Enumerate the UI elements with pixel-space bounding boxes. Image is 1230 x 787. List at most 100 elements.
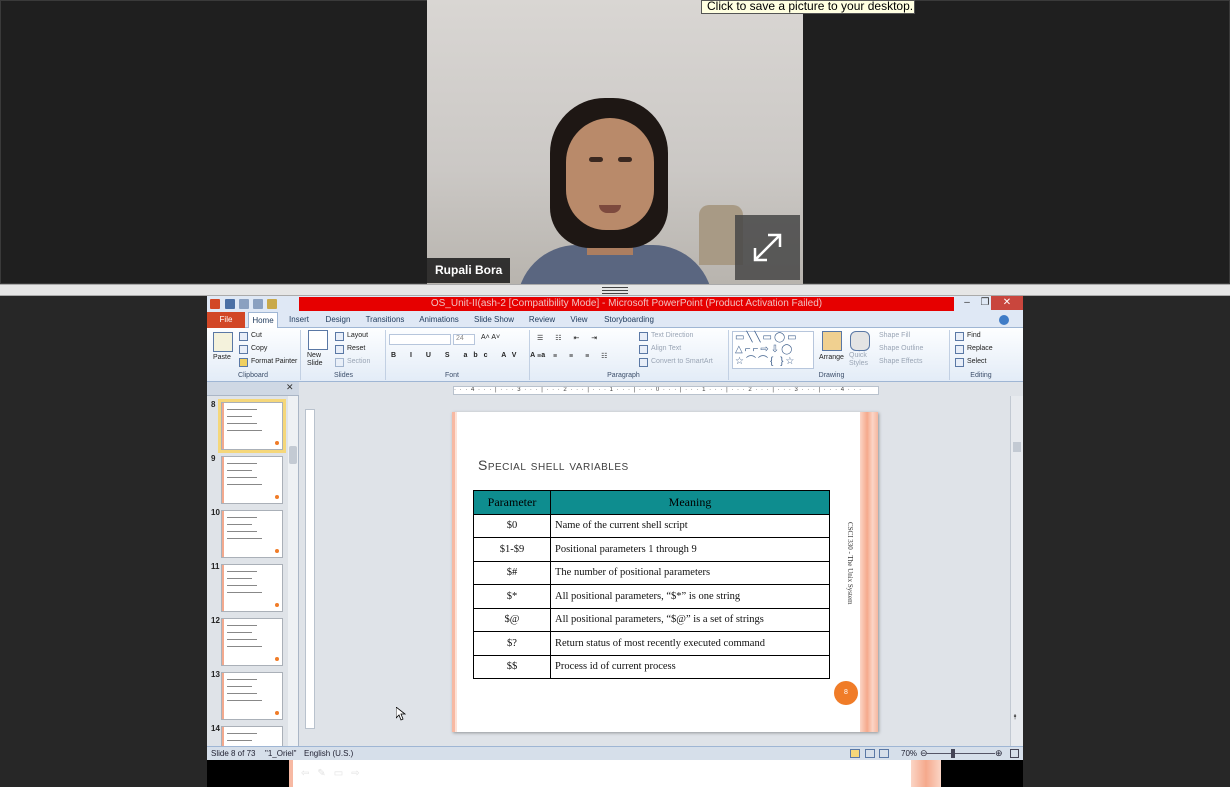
table-row: $1-$9 Positional parameters 1 through 9 [473, 537, 830, 562]
tab-design[interactable]: Design [321, 312, 355, 328]
slide-thumbnail-pane[interactable]: ✕ 8 9 10 11 12 13 14 [207, 382, 299, 774]
tab-storyboarding[interactable]: Storyboarding [599, 312, 659, 328]
group-label-paragraph: Paragraph [607, 372, 640, 379]
save-icon[interactable] [225, 299, 235, 309]
expand-icon [753, 233, 782, 262]
open-icon[interactable] [267, 299, 277, 309]
next-slide-preview: ⇦✎▭⇨ [289, 760, 941, 787]
language-indicator[interactable]: English (U.S.) [304, 749, 353, 758]
slide-thumbnail[interactable] [221, 456, 283, 504]
find-button[interactable]: Find [967, 332, 981, 339]
grip-line [602, 287, 628, 288]
tab-view[interactable]: View [565, 312, 593, 328]
format-painter-button[interactable]: Format Painter [251, 358, 297, 365]
thumbnail-text-line [227, 571, 257, 572]
normal-view-icon[interactable] [850, 749, 860, 758]
slide-thumbnail[interactable] [221, 564, 283, 612]
thumbnail-text-line [227, 470, 252, 471]
thumbnail-text-line [227, 632, 252, 633]
close-button[interactable]: ✕ [991, 296, 1023, 310]
thumbnail-border [222, 673, 224, 719]
ribbon-tabs: File Home Insert Design Transitions Anim… [207, 312, 1023, 328]
thumbnail-border [222, 457, 224, 503]
list-buttons[interactable]: ☰ ☷ ⇤ ⇥ [537, 334, 602, 342]
zoom-slider-handle[interactable] [951, 749, 955, 758]
reset-icon [335, 345, 344, 354]
help-icon[interactable] [999, 315, 1009, 325]
paste-button[interactable]: Paste [213, 354, 231, 361]
scroll-thumb[interactable] [1013, 442, 1021, 452]
expand-button[interactable] [735, 215, 800, 280]
reset-button[interactable]: Reset [347, 345, 365, 352]
layout-button[interactable]: Layout [347, 332, 368, 339]
undo-icon[interactable] [239, 299, 249, 309]
shape-outline-button[interactable]: Shape Outline [879, 345, 923, 352]
grow-font-button[interactable]: A˄ A˅ [481, 334, 500, 341]
close-pane-icon[interactable]: ✕ [286, 382, 294, 393]
group-label-slides: Slides [333, 372, 354, 379]
quick-styles-icon [850, 331, 870, 351]
tab-transitions[interactable]: Transitions [363, 312, 407, 328]
thumbnail-border [222, 403, 224, 449]
redo-icon[interactable] [253, 299, 263, 309]
thumbnail-scrollbar[interactable] [288, 396, 298, 746]
slide-scrollbar[interactable]: ⯭ [1010, 396, 1023, 746]
shape-effects-button[interactable]: Shape Effects [879, 358, 922, 365]
scroll-thumb[interactable] [289, 446, 297, 464]
thumbnail-badge [275, 549, 279, 553]
tab-review[interactable]: Review [525, 312, 559, 328]
replace-button[interactable]: Replace [967, 345, 993, 352]
arrange-button[interactable]: Arrange [819, 354, 844, 361]
tab-slide-show[interactable]: Slide Show [471, 312, 517, 328]
panel-splitter[interactable] [0, 284, 1230, 296]
zoom-out-icon[interactable]: ⊖ [920, 748, 928, 759]
slide-canvas[interactable]: Special shell variables Parameter Meanin… [452, 412, 878, 732]
align-text-button[interactable]: Align Text [651, 345, 681, 352]
zoom-slider[interactable] [927, 753, 995, 754]
font-size-box[interactable]: 24 [453, 334, 475, 345]
table-row: $# The number of positional parameters [473, 560, 830, 585]
tab-home[interactable]: Home [248, 312, 278, 328]
tab-animations[interactable]: Animations [415, 312, 463, 328]
thumbnail-text-line [227, 531, 257, 532]
quick-styles-button[interactable]: Quick Styles [849, 352, 873, 368]
thumbnail-text-line [227, 585, 257, 586]
thumbnail-pane-header: ✕ [207, 382, 299, 396]
tab-insert[interactable]: Insert [285, 312, 313, 328]
align-buttons[interactable]: ≡ ≡ ≡ ≡ ☷ [537, 352, 612, 360]
fit-to-window-icon[interactable] [1010, 749, 1019, 758]
select-button[interactable]: Select [967, 358, 986, 365]
copy-button[interactable]: Copy [251, 345, 267, 352]
font-name-box[interactable] [389, 334, 451, 345]
reading-view-icon[interactable] [879, 749, 889, 758]
shapes-gallery[interactable]: ▭╲╲▭◯▭ △⌐⌐⇨⇩◯ ☆⌒⌒{ }☆ [732, 331, 814, 369]
thumbnail-text-line [227, 693, 257, 694]
thumbnail-number: 8 [211, 400, 216, 409]
slide-thumbnail[interactable] [221, 402, 283, 450]
table-header-meaning: Meaning [550, 490, 830, 515]
new-slide-button[interactable]: New Slide [307, 352, 329, 368]
section-button[interactable]: Section [347, 358, 370, 365]
font-format-buttons[interactable]: B I U S abc AV Aa [391, 352, 551, 359]
layout-icon [335, 332, 344, 341]
thumbnail-border [222, 511, 224, 557]
slideshow-toolbar-icons[interactable]: ⇦✎▭⇨ [301, 768, 368, 779]
table-row: $* All positional parameters, “$*” is one… [473, 584, 830, 609]
shape-fill-button[interactable]: Shape Fill [879, 332, 910, 339]
zoom-in-icon[interactable]: ⊕ [995, 748, 1003, 759]
slide-thumbnail[interactable] [221, 618, 283, 666]
slide-thumbnail[interactable] [221, 672, 283, 720]
window-title: OS_Unit-II(ash-2 [Compatibility Mode] - … [299, 297, 954, 311]
powerpoint-icon [210, 299, 220, 309]
thumbnail-text-line [227, 578, 252, 579]
zoom-level[interactable]: 70% [901, 749, 917, 758]
convert-smartart-button[interactable]: Convert to SmartArt [651, 358, 713, 365]
prev-slide-icon[interactable]: ⯭ [1013, 714, 1017, 722]
text-direction-button[interactable]: Text Direction [651, 332, 693, 339]
tab-file[interactable]: File [207, 312, 245, 328]
theme-name: "1_Oriel" [265, 749, 297, 758]
slide-thumbnail[interactable] [221, 510, 283, 558]
thumbnail-border [222, 619, 224, 665]
cut-button[interactable]: Cut [251, 332, 262, 339]
slide-sorter-icon[interactable] [865, 749, 875, 758]
